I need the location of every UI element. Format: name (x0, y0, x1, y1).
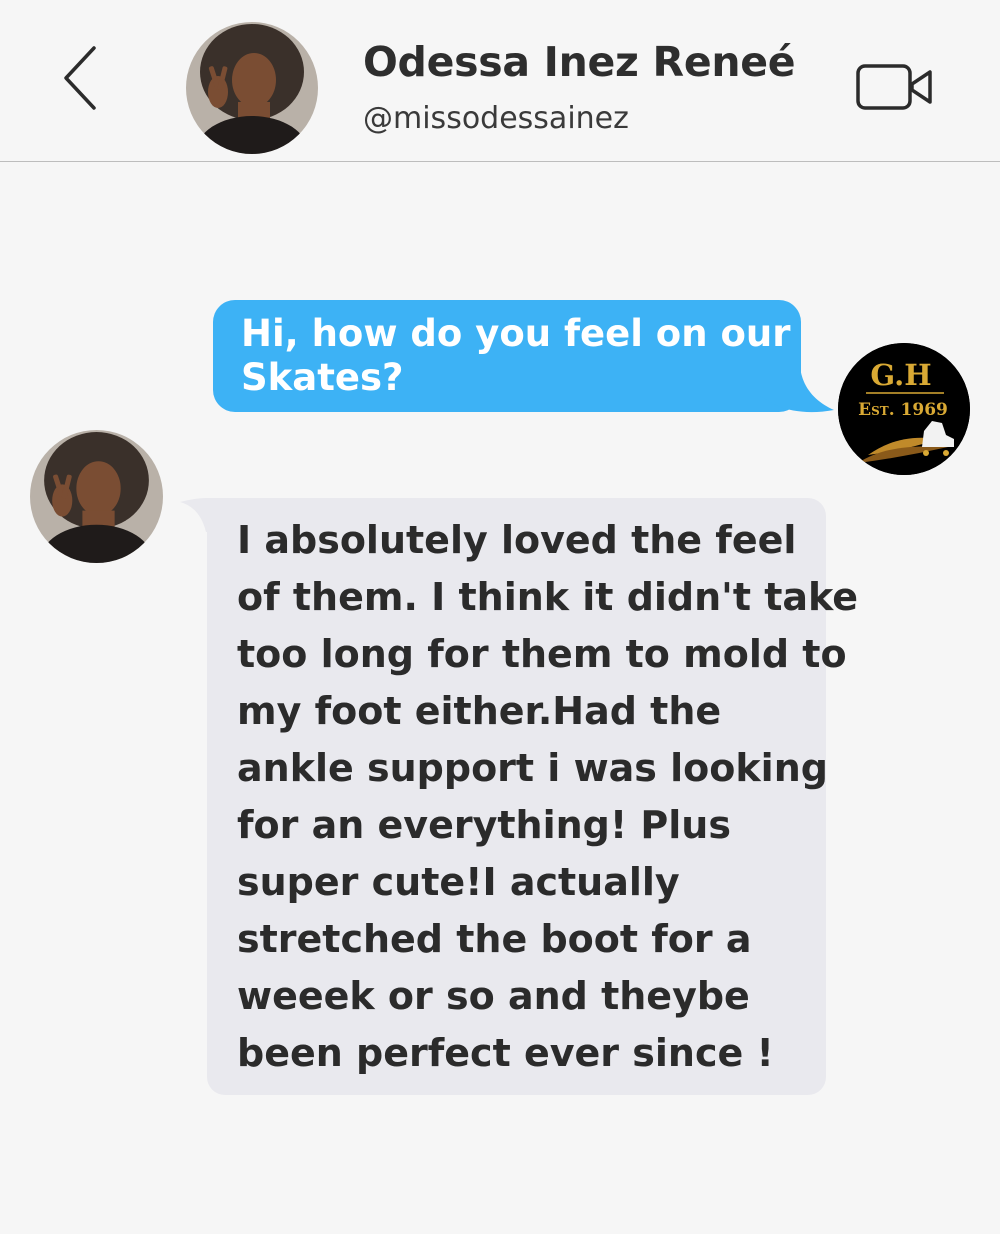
contact-handle: @missodessainez (363, 101, 629, 136)
outgoing-message-bubble[interactable]: Hi, how do you feel on our Skates? (213, 300, 801, 412)
message-text-line: of them. I think it didn't take (237, 575, 859, 619)
sender-avatar[interactable] (30, 430, 163, 563)
chat-header: Odessa Inez Reneé @missodessainez (0, 0, 1000, 162)
contact-avatar[interactable] (186, 22, 318, 154)
message-text-line: super cute!I actually (237, 860, 680, 904)
message-text-line: weeek or so and theybe (237, 974, 750, 1018)
message-text-line: Hi, how do you feel on our (241, 312, 791, 355)
message-text-line: my foot either.Had the (237, 689, 722, 733)
message-text-line: too long for them to mold to (237, 632, 847, 676)
brand-logo-line1: G.H (870, 358, 931, 392)
message-text-line: for an everything! Plus (237, 803, 731, 847)
brand-logo-line2: Est. 1969 (858, 400, 948, 420)
message-text-line: ankle support i was looking (237, 746, 828, 790)
message-text-line: stretched the boot for a (237, 917, 752, 961)
message-text-line: been perfect ever since ! (237, 1031, 774, 1075)
video-camera-icon[interactable] (856, 62, 934, 112)
bubble-tail (760, 366, 834, 413)
contact-name: Odessa Inez Reneé (363, 38, 796, 86)
incoming-message-bubble[interactable]: I absolutely loved the feel of them. I t… (207, 498, 859, 1095)
chevron-left-icon[interactable] (52, 40, 112, 120)
message-text-line: Skates? (241, 356, 404, 399)
message-text-line: I absolutely loved the feel (237, 518, 797, 562)
brand-logo-avatar[interactable]: G.H Est. 1969 (838, 343, 970, 475)
